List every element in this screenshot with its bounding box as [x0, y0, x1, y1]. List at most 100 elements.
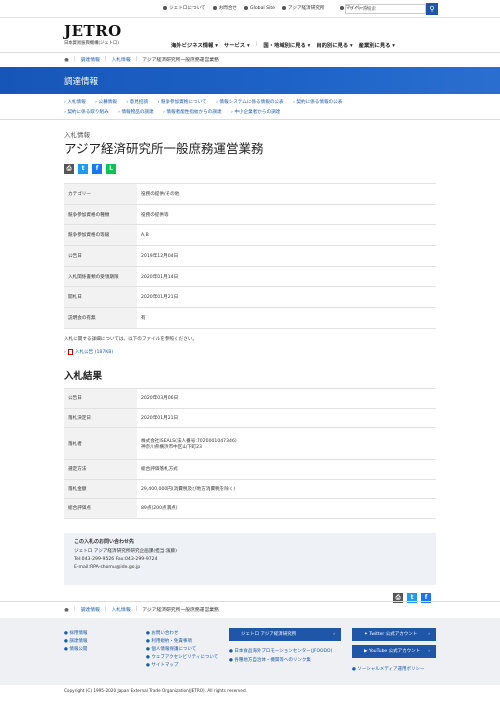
section-title-results: 入札結果 — [64, 371, 103, 382]
pdf-icon — [67, 349, 73, 355]
home-icon[interactable] — [64, 607, 69, 612]
table-row: 落札決定日 2020年01月21日 — [64, 407, 436, 428]
footer-link[interactable]: ● 情報公開 — [64, 646, 87, 654]
subnav-item[interactable]: › 中小企業者からの調達 — [231, 110, 280, 115]
footer-links-2: ● お問い合わせ ● 利用規約・免責事項 ● 個人情報保護について ● ウェブア… — [146, 630, 218, 670]
table-row: 説明会の有無有 — [64, 307, 436, 329]
jetro-logo[interactable]: JETRO 日本貿易振興機構(ジェトロ) — [64, 22, 122, 46]
footer-link[interactable]: ● 利用規約・免責事項 — [146, 638, 218, 646]
home-icon[interactable] — [64, 57, 69, 62]
banner-title: 調達情報 — [64, 77, 99, 87]
facebook-icon[interactable]: f — [92, 164, 102, 174]
subnav-item[interactable]: › 契約に係る取り組み — [64, 110, 109, 115]
nav-by-industry[interactable]: 産業別に見る ▾ — [359, 41, 395, 49]
nav-by-purpose[interactable]: 目的別に見る ▾ — [316, 41, 352, 49]
social-policy-link[interactable]: ● ソーシャルメディア運用ポリシー — [352, 667, 424, 673]
table-row: 競争参加資格の種類 役務の提供等 — [64, 203, 436, 226]
nav-divider: | — [255, 41, 258, 47]
table-row: 選定方法 総合評価落札方式 — [64, 459, 436, 480]
footer-link[interactable]: ● 個人情報保護について — [146, 646, 218, 654]
winner-address: 神奈川県横浜市中区山下町23 — [141, 444, 202, 450]
twitter-icon[interactable]: t — [78, 164, 88, 174]
bid-results-table: 公告日 2020年03月06日 落札決定日 2020年01月21日 落札者 株式会社I… — [64, 388, 436, 519]
info-icon — [163, 6, 167, 10]
nav-overseas-business[interactable]: 海外ビジネス情報 ▾ — [171, 41, 218, 49]
footer-link[interactable]: ● 採用情報 — [64, 630, 87, 638]
footer-link[interactable]: ● 各種地方自治体・機関等へのリンク集 — [229, 658, 332, 664]
breadcrumb-bidding[interactable]: 入札情報 — [111, 56, 130, 63]
global-site-link[interactable]: Global Site — [244, 5, 275, 11]
chevron-right-icon: › — [333, 632, 335, 637]
table-row: 公告日 2019年12月04日 — [64, 245, 436, 267]
footer-link[interactable]: ● お問い合わせ — [146, 630, 218, 638]
note-text: 入札に関する詳細については、以下のファイルを参照ください。 — [64, 337, 197, 342]
divider — [0, 119, 500, 120]
ide-button[interactable]: ジェトロ アジア経済研究所 › — [229, 628, 341, 641]
subnav-item[interactable]: › 情報者能性指紋からの調達 — [163, 110, 221, 115]
print-icon[interactable]: ⎙ — [64, 164, 74, 174]
chevron-right-icon: › — [64, 349, 66, 355]
mail-icon — [212, 6, 217, 10]
breadcrumb-procurement[interactable]: 調達情報 — [81, 56, 100, 63]
main-nav: 海外ビジネス情報 ▾ サービス ▾ | 国・地域別に見る ▾ 目的別に見る ▾ … — [171, 41, 395, 49]
contact-line: E-mail:RPA-shomu@ide.go.jp — [74, 565, 141, 570]
footer: ● 採用情報 ● 調達情報 ● 情報公開 ● お問い合わせ ● 利用規約・免責事… — [0, 618, 500, 685]
section-banner: 調達情報 — [0, 67, 500, 94]
ide-link[interactable]: アジア経済研究所 — [281, 5, 325, 11]
search-icon: ⚲ — [429, 5, 435, 13]
nav-services[interactable]: サービス ▾ — [224, 41, 250, 49]
footer-link[interactable]: ● 調達情報 — [64, 638, 87, 646]
breadcrumb-procurement[interactable]: 調達情報 — [81, 606, 100, 613]
sub-nav: › 入札情報 › 公募情報 › 意見招請 › 競争参加資格について › 情報シス… — [64, 98, 444, 118]
footer-link[interactable]: ● 日本食品海外プロモーションセンター(JFOODO) — [229, 649, 332, 655]
breadcrumb-current: アジア経済研究所一般庶務運営業務 — [142, 58, 219, 63]
user-icon — [339, 6, 344, 10]
breadcrumb-bottom: | 調達情報 | 入札情報 | アジア経済研究所一般庶務運営業務 — [64, 606, 464, 613]
table-row: 公告日 2020年03月06日 — [64, 388, 436, 409]
nav-by-country[interactable]: 国・地域別に見る ▾ — [263, 41, 310, 49]
contact-heading: この入札のお問い合わせ先 — [74, 539, 135, 545]
subnav-item[interactable]: › 入札情報 — [64, 100, 86, 105]
search-button[interactable]: ⚲ — [426, 3, 438, 15]
contact-line: ジェトロ アジア経済研究所研究企画課(担当:濱藤) — [74, 549, 177, 554]
building-icon — [281, 6, 286, 10]
table-row: 落札金額 29,400,000円(消費税及び地方消費税を除く) — [64, 478, 436, 499]
bid-info-table: カテゴリー 役務の提供/その他 競争参加資格の種類 役務の提供等 競争参加資格の等級… — [64, 183, 436, 329]
share-buttons: ⎙ t f L — [64, 164, 116, 174]
youtube-account-button[interactable]: ▶ YouTube 公式アカウント › — [352, 645, 436, 658]
subnav-item[interactable]: › 競争参加資格について — [158, 100, 207, 105]
search-input[interactable]: サイト内検索 — [345, 4, 426, 14]
divider — [0, 52, 500, 53]
chevron-right-icon: › — [428, 649, 430, 654]
divider — [0, 601, 500, 602]
utility-links: ジェトロについて お問合せ Global Site アジア経済研究所 マイページ — [163, 5, 368, 11]
page-title: アジア経済研究所一般庶務運営業務 — [64, 141, 264, 156]
bid-notice-file-link[interactable]: › 入札公告 (187KB) — [64, 349, 113, 355]
footer-links-3: ● 日本食品海外プロモーションセンター(JFOODO) ● 各種地方自治体・機関… — [229, 649, 332, 664]
table-row: 総合評価点 89点(200点満点) — [64, 498, 436, 519]
utility-bar: ジェトロについて お問合せ Global Site アジア経済研究所 マイページ… — [0, 0, 500, 18]
subnav-item[interactable]: › 公募情報 — [95, 100, 117, 105]
copyright: Copyright (C) 1995-2020 Japan External T… — [64, 688, 247, 693]
table-row: 落札者 株式会社ISEALS(法人番号:7020001047346) 神奈川県横浜市… — [64, 427, 436, 460]
about-link[interactable]: ジェトロについて — [163, 5, 206, 11]
contact-link[interactable]: お問合せ — [212, 5, 237, 11]
table-row: 開札日 2020年01月21日 — [64, 286, 436, 309]
subnav-item[interactable]: › 情報物品の調達 — [118, 110, 153, 115]
footer-link[interactable]: ● サイトマップ — [146, 662, 218, 670]
chevron-right-icon: › — [428, 632, 430, 637]
subnav-item[interactable]: › 意見招請 — [126, 100, 148, 105]
contact-line: Tel:043-299-9526 Fax:043-299-9724 — [74, 557, 158, 562]
subnav-item[interactable]: › 契約に係る情報の公表 — [293, 100, 342, 105]
globe-icon — [244, 6, 249, 10]
breadcrumb-bidding[interactable]: 入札情報 — [111, 606, 130, 613]
contact-box: この入札のお問い合わせ先 ジェトロ アジア経済研究所研究企画課(担当:濱藤) T… — [64, 533, 436, 585]
line-icon[interactable]: L — [106, 164, 116, 174]
twitter-account-button[interactable]: ✦ Twitter 公式アカウント › — [352, 628, 436, 641]
footer-link[interactable]: ● ウェブアクセシビリティについて — [146, 654, 218, 662]
breadcrumb: | 調達情報 | 入札情報 | アジア経済研究所一般庶務運営業務 — [64, 56, 464, 63]
breadcrumb-current: アジア経済研究所一般庶務運営業務 — [142, 608, 219, 613]
table-row: 競争参加資格の等級 A,B — [64, 224, 436, 247]
footer-links-1: ● 採用情報 ● 調達情報 ● 情報公開 — [64, 630, 87, 654]
subnav-item[interactable]: › 情報システムに係る情報の公表 — [216, 100, 284, 105]
